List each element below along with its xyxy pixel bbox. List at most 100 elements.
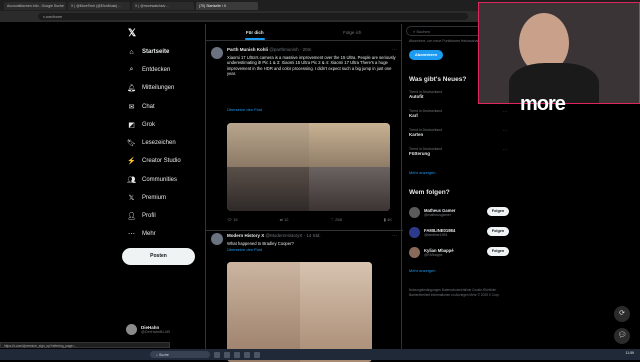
trend-item[interactable]: Trend in Deutschland Karten ⋯	[409, 128, 509, 137]
address-bar[interactable]: x.com/home	[38, 13, 468, 20]
tweet-text: Xiaomi 17 Ultra's camera is a massive im…	[227, 55, 396, 77]
profile-handle: @DerHahnBLUB	[141, 330, 170, 334]
repost-button[interactable]: ⇄ 12	[280, 217, 289, 222]
trend-item[interactable]: Trend in Deutschland Karl ⋯	[409, 109, 509, 118]
avatar	[409, 226, 420, 238]
translate-link[interactable]: Übersetze den Post	[227, 247, 262, 252]
taskbar-app-icon[interactable]	[214, 351, 220, 358]
grok-icon: ◩	[128, 122, 135, 129]
tweet-image-left	[227, 262, 300, 362]
tweet[interactable]: Modern History X @ModernHistoryX · 14 St…	[206, 230, 403, 362]
follow-button[interactable]: Folgen	[487, 227, 509, 236]
copilot-icon[interactable]: ⟳	[614, 306, 630, 322]
tweet-author[interactable]: Parth Munish Kohli	[227, 47, 268, 52]
tweet-image[interactable]	[227, 262, 372, 362]
search-icon: ⌕	[129, 66, 134, 73]
taskbar-app-icon[interactable]	[234, 351, 240, 358]
avatar	[409, 206, 420, 218]
tweet-actions: 💬︎ 15 ⇄ 12 ♡ 258 ▮ 4K	[227, 217, 392, 222]
avatar	[126, 324, 137, 335]
chat-icon: ✉	[128, 104, 135, 111]
tweet-image[interactable]	[308, 167, 390, 211]
translate-link[interactable]: Übersetze den Post	[227, 107, 262, 112]
feed-tabs: Für dich Folge ich	[206, 24, 401, 41]
nav-item-premium[interactable]: 𝕏 Premium	[127, 193, 166, 203]
tweet-image-grid[interactable]	[227, 123, 390, 211]
avatar[interactable]	[211, 47, 223, 59]
more-icon[interactable]: ⋯	[503, 128, 507, 133]
nav-item-explore[interactable]: ⌕ Entdecken	[127, 65, 171, 75]
chat-bubble-icon[interactable]: 💬︎	[614, 328, 630, 344]
communities-icon: 👥︎	[127, 177, 136, 184]
more-logo: more	[520, 93, 566, 115]
webcam-overlay	[478, 2, 640, 104]
nav-item-creator-studio[interactable]: ⚡ Creator Studio	[127, 156, 181, 166]
tweet-image-right	[299, 262, 372, 362]
taskbar-app-icon[interactable]	[254, 351, 260, 358]
tab-for-you[interactable]: Für dich	[206, 24, 304, 40]
tweet-header: Modern History X @ModernHistoryX · 14 St…	[227, 233, 321, 238]
follow-suggestion[interactable]: Matheus Gamer @matheusgamer Folgen	[409, 205, 509, 219]
avatar	[409, 246, 420, 258]
follow-button[interactable]: Folgen	[487, 207, 509, 216]
follow-button[interactable]: Folgen	[487, 247, 509, 256]
home-icon: ⌂	[129, 48, 134, 56]
tweet-image[interactable]	[227, 123, 309, 167]
reply-button[interactable]: 💬︎ 15	[227, 217, 238, 222]
show-more-link[interactable]: Mehr anzeigen	[409, 170, 435, 175]
taskbar-app-icon[interactable]	[244, 351, 250, 358]
tweet[interactable]: Parth Munish Kohli @parthmunish · 20m ⋯ …	[206, 45, 403, 225]
nav-item-notifications[interactable]: 🔔︎ Mitteilungen	[127, 83, 174, 93]
timeline: Für dich Folge ich Parth Munish Kohli @p…	[205, 24, 403, 362]
more-icon[interactable]: ⋯	[503, 109, 507, 114]
status-url: https://x.com/i/premium_sign_up?referrin…	[0, 342, 170, 348]
tweet-author[interactable]: Modern History X	[227, 233, 264, 238]
taskbar: ⌕ Suche 11:59	[0, 349, 640, 360]
nav-item-grok[interactable]: ◩ Grok	[127, 120, 155, 130]
avatar[interactable]	[211, 233, 223, 245]
profile-icon: 👤︎	[127, 213, 136, 220]
taskbar-clock[interactable]: 11:59	[626, 351, 635, 355]
nav-item-bookmarks[interactable]: 🔖︎ Lesezeichen	[127, 138, 176, 148]
browser-tab[interactable]: Accountlöschen Info - Google Suche	[4, 1, 66, 10]
subscribe-button[interactable]: Abonnieren	[409, 50, 443, 60]
nav-item-more[interactable]: ⋯ Mehr	[127, 229, 156, 239]
left-nav: 𝕏 ⌂ Startseite ⌕ Entdecken 🔔︎ Mitteilungen …	[122, 24, 202, 344]
creator-icon: ⚡	[127, 158, 136, 165]
tweet-text: What happened to Bradley Cooper?	[227, 241, 294, 246]
tweet-meta: @parthmunish · 20m	[269, 47, 312, 52]
like-button[interactable]: ♡ 258	[330, 217, 341, 222]
browser-tab[interactable]: X | @MoreTech (@ElonMusk) ...	[68, 1, 130, 10]
bookmark-icon: 🔖︎	[127, 140, 136, 147]
follow-suggestion[interactable]: Kylian Mbappé @KMbappe Folgen	[409, 245, 509, 259]
follow-title: Wem folgen?	[409, 189, 450, 196]
account-switcher[interactable]: DieHahn @DerHahnBLUB	[126, 324, 170, 335]
tweet-more-icon[interactable]: ⋯	[392, 47, 397, 53]
views-button[interactable]: ▮ 4K	[384, 217, 392, 222]
more-icon[interactable]: ⋯	[503, 147, 507, 152]
taskbar-app-icon[interactable]	[224, 351, 230, 358]
x-logo-icon[interactable]: 𝕏	[128, 28, 136, 39]
tab-following[interactable]: Folge ich	[304, 24, 402, 40]
nav-item-profile[interactable]: 👤︎ Profil	[127, 211, 156, 221]
nav-item-chat[interactable]: ✉ Chat	[127, 102, 155, 112]
tweet-meta: @ModernHistoryX · 14 Std.	[265, 233, 321, 238]
follow-suggestion[interactable]: FAMILINE01984 @familine1984 Folgen	[409, 225, 509, 239]
more-circle-icon: ⋯	[128, 231, 135, 238]
bell-icon: 🔔︎	[127, 85, 136, 92]
tweet-image[interactable]	[227, 167, 309, 211]
news-title: Was gibt's Neues?	[409, 76, 467, 83]
nav-item-communities[interactable]: 👥︎ Communities	[127, 175, 177, 185]
browser-tab[interactable]: X | @morewatchstv ...	[132, 1, 194, 10]
post-button[interactable]: Posten	[122, 248, 195, 265]
taskbar-search[interactable]: ⌕ Suche	[150, 351, 210, 358]
tweet-header: Parth Munish Kohli @parthmunish · 20m	[227, 47, 311, 52]
show-more-link[interactable]: Mehr anzeigen	[409, 268, 435, 273]
nav-item-home[interactable]: ⌂ Startseite	[127, 47, 169, 57]
tweet-image[interactable]	[308, 123, 390, 167]
trend-item[interactable]: Trend in Deutschland Fütterung ⋯	[409, 147, 509, 156]
tweet-more-icon[interactable]: ⋯	[392, 233, 397, 239]
footer-links[interactable]: Nutzungsbedingungen Datenschutzrichtlini…	[409, 288, 507, 298]
browser-tab-active[interactable]: (70) Startseite / X	[196, 1, 258, 10]
x-premium-icon: 𝕏	[128, 195, 135, 202]
